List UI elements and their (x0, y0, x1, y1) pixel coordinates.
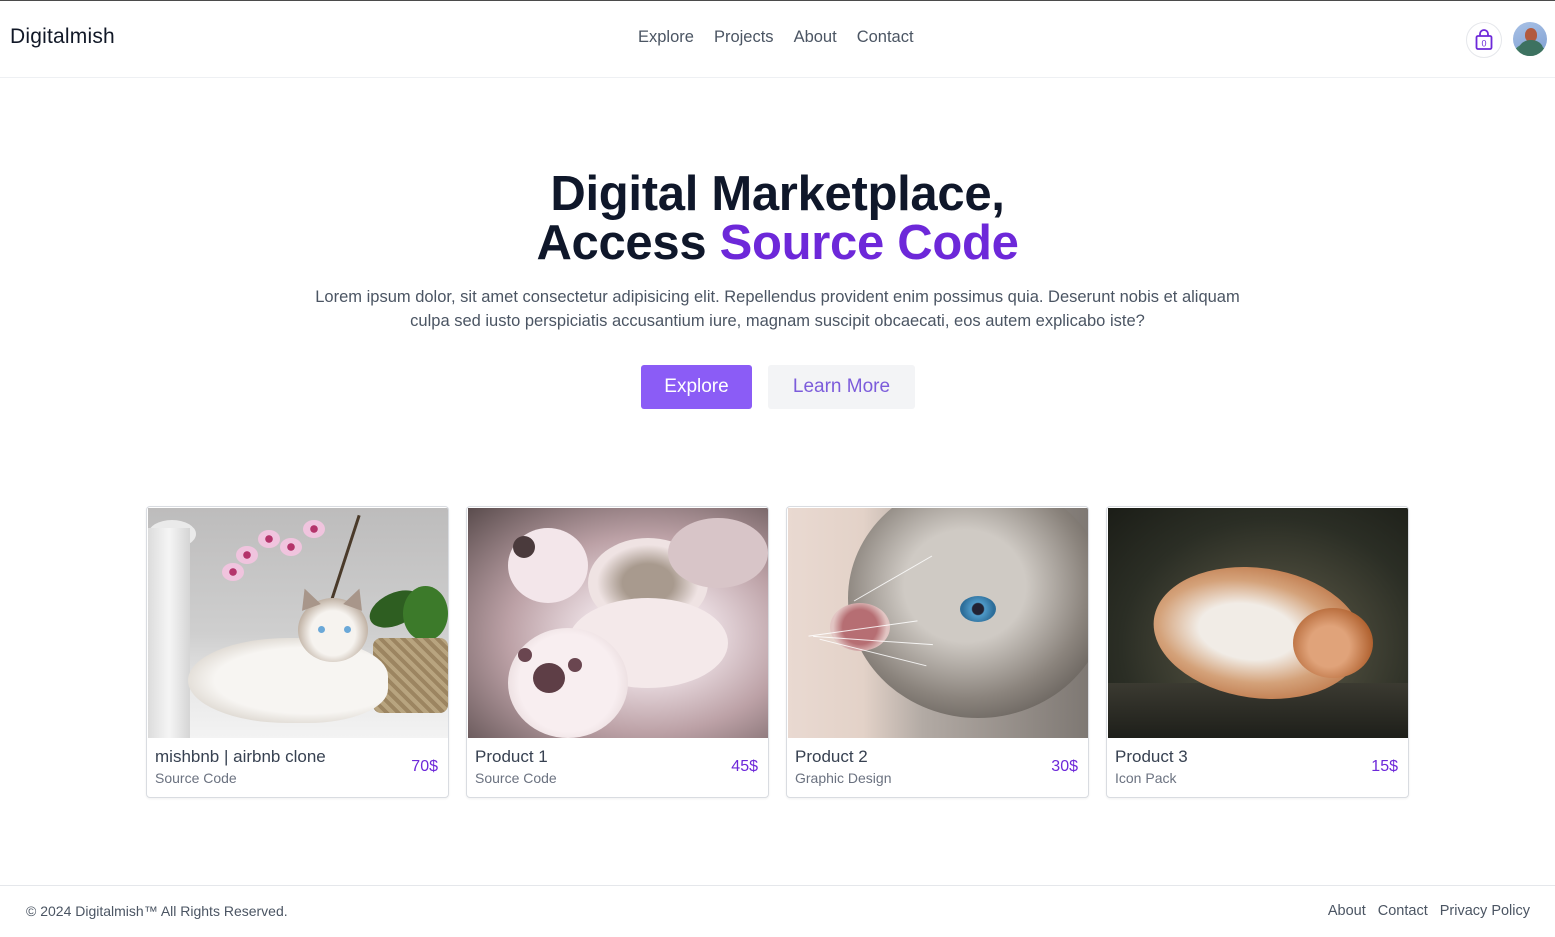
hero-title-line1: Digital Marketplace, (550, 167, 1005, 221)
footer-divider (0, 885, 1555, 886)
nav-about[interactable]: About (794, 28, 837, 47)
footer-link-about[interactable]: About (1328, 903, 1366, 919)
explore-button[interactable]: Explore (641, 365, 752, 409)
nav-projects[interactable]: Projects (714, 28, 774, 47)
cart-count: 0 (1481, 39, 1486, 49)
footer-link-privacy-policy[interactable]: Privacy Policy (1440, 903, 1530, 919)
nav-explore[interactable]: Explore (638, 28, 694, 47)
product-name: Product 3 (1115, 747, 1188, 766)
copyright-text: © 2024 Digitalmish™ All Rights Reserved. (26, 903, 288, 919)
product-price: 70$ (411, 758, 438, 775)
product-category: Source Code (475, 770, 557, 786)
product-image-kitten-paws (468, 508, 768, 738)
product-card[interactable]: Product 2 Graphic Design 30$ (786, 506, 1089, 798)
shopping-bag-icon: 0 (1475, 29, 1493, 50)
product-card[interactable]: Product 1 Source Code 45$ (466, 506, 769, 798)
hero-title: Digital Marketplace, Access Source Code (0, 170, 1555, 268)
product-price: 45$ (731, 758, 758, 775)
product-image-grey-cat (788, 508, 1088, 738)
product-image-ragdoll-cat (148, 508, 448, 738)
learn-more-button[interactable]: Learn More (768, 365, 915, 409)
user-avatar[interactable] (1513, 22, 1547, 56)
product-image-ginger-cat (1108, 508, 1408, 738)
footer-links: About Contact Privacy Policy (1328, 903, 1530, 919)
main-nav: Explore Projects About Contact (638, 28, 914, 47)
product-category: Source Code (155, 770, 237, 786)
cart-button[interactable]: 0 (1466, 22, 1502, 58)
product-category: Icon Pack (1115, 770, 1177, 786)
hero-description: Lorem ipsum dolor, sit amet consectetur … (315, 288, 1240, 330)
avatar-body (1519, 40, 1543, 56)
product-price: 15$ (1371, 758, 1398, 775)
product-card[interactable]: mishbnb | airbnb clone Source Code 70$ (146, 506, 449, 798)
footer-link-contact[interactable]: Contact (1378, 903, 1428, 919)
product-name: Product 2 (795, 747, 868, 766)
brand-logo[interactable]: Digitalmish (10, 25, 115, 49)
product-category: Graphic Design (795, 770, 892, 786)
product-card[interactable]: Product 3 Icon Pack 15$ (1106, 506, 1409, 798)
product-name: mishbnb | airbnb clone (155, 747, 326, 766)
hero-title-accent: Source Code (719, 216, 1019, 270)
site-header: Digitalmish Explore Projects About Conta… (0, 1, 1555, 78)
product-price: 30$ (1051, 758, 1078, 775)
hero-title-line2-plain: Access (536, 216, 720, 270)
product-name: Product 1 (475, 747, 548, 766)
nav-contact[interactable]: Contact (857, 28, 914, 47)
